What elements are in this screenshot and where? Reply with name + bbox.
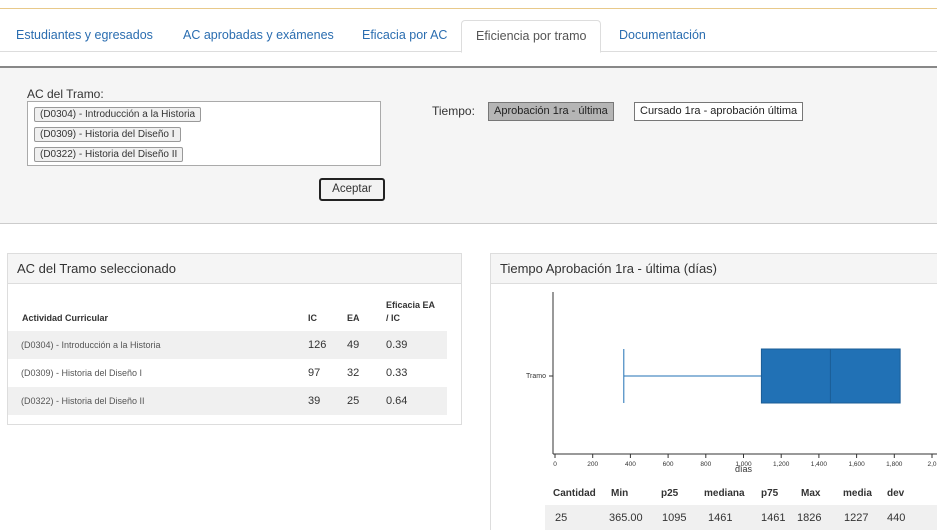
tab-eficiencia[interactable]: Eficiencia por tramo — [461, 20, 602, 53]
col-header-ac: Actividad Curricular — [22, 313, 109, 323]
ac-chip[interactable]: (D0322) - Historia del Diseño II — [34, 147, 184, 162]
tab-bar: Estudiantes y egresados AC aprobadas y e… — [0, 20, 937, 53]
cell-ac: (D0304) - Introducción a la Historia — [21, 340, 161, 350]
x-tick-label: 1,400 — [811, 461, 828, 468]
stat-value: 1461 — [761, 512, 786, 524]
table-row[interactable]: (D0309) - Historia del Diseño I 97 32 0.… — [8, 359, 447, 387]
stat-header: dev — [887, 488, 905, 499]
stat-value: 365.00 — [609, 512, 643, 524]
col-header-eficacia: Eficacia EA — [386, 300, 436, 310]
x-tick-label: 400 — [625, 461, 636, 468]
x-tick-label: 1,800 — [886, 461, 903, 468]
stat-header: p25 — [661, 488, 679, 499]
cell-ea: 32 — [347, 367, 360, 379]
col-header-ic: IC — [308, 313, 317, 323]
tab-documentacion[interactable]: Documentación — [605, 20, 720, 52]
cell-ic: 39 — [308, 395, 321, 407]
top-accent-line — [0, 0, 937, 9]
tiempo-option-aprobacion[interactable]: Aprobación 1ra - última — [488, 102, 614, 121]
stat-value: 25 — [555, 512, 568, 524]
stat-header: Cantidad — [553, 488, 596, 499]
cell-ea: 49 — [347, 339, 360, 351]
ac-chip[interactable]: (D0309) - Historia del Diseño I — [34, 127, 181, 142]
x-axis-label: días — [735, 464, 753, 474]
stat-header: mediana — [704, 488, 745, 499]
boxplot-chart: Tramo 0 200 400 600 800 1,000 1,200 1,400 1,600 1… — [526, 292, 937, 474]
tab-estudiantes[interactable]: Estudiantes y egresados — [2, 20, 167, 52]
x-tick-label: 800 — [700, 461, 711, 468]
x-tick-label: 2,0 — [927, 461, 936, 468]
stats-row — [545, 505, 937, 530]
x-tick-label: 1,600 — [848, 461, 865, 468]
panel-title: AC del Tramo seleccionado — [8, 254, 461, 284]
x-tick-label: 1,200 — [773, 461, 790, 468]
stat-value: 1227 — [844, 512, 869, 524]
cell-ic: 126 — [308, 339, 327, 351]
x-tick-label: 600 — [663, 461, 674, 468]
cell-ea: 25 — [347, 395, 360, 407]
ac-chip[interactable]: (D0304) - Introducción a la Historia — [34, 107, 202, 122]
cell-ac: (D0322) - Historia del Diseño II — [21, 396, 145, 406]
stat-header: Min — [611, 488, 629, 499]
stat-header: p75 — [761, 488, 779, 499]
tab-ac-aprobadas[interactable]: AC aprobadas y exámenes — [169, 20, 348, 52]
x-tick-label: 200 — [587, 461, 598, 468]
category-label: Tramo — [526, 373, 546, 380]
x-tick-label: 0 — [553, 461, 557, 468]
tab-eficacia[interactable]: Eficacia por AC — [348, 20, 461, 52]
ac-tramo-select[interactable]: (D0304) - Introducción a la Historia (D0… — [27, 101, 381, 166]
cell-ac: (D0309) - Historia del Diseño I — [21, 368, 143, 378]
ac-tramo-label: AC del Tramo: — [27, 87, 104, 101]
tiempo-label: Tiempo: — [432, 104, 475, 118]
stat-value: 1826 — [797, 512, 822, 524]
table-row[interactable]: (D0322) - Historia del Diseño II 39 25 0… — [8, 387, 447, 415]
stat-value: 1095 — [662, 512, 687, 524]
col-header-eficacia-ic: / IC — [386, 313, 401, 323]
stat-value: 440 — [887, 512, 906, 524]
stat-header: media — [843, 488, 872, 499]
table-row[interactable]: (D0304) - Introducción a la Historia 126… — [8, 331, 447, 359]
panel-title: Tiempo Aprobación 1ra - última (días) — [491, 254, 937, 284]
stat-value: 1461 — [708, 512, 733, 524]
tiempo-option-cursado[interactable]: Cursado 1ra - aprobación última — [634, 102, 804, 121]
cell-ic: 97 — [308, 367, 321, 379]
col-header-ea: EA — [347, 313, 360, 323]
cell-eficacia: 0.64 — [386, 395, 408, 407]
cell-eficacia: 0.39 — [386, 339, 408, 351]
stat-header: Max — [801, 488, 821, 499]
cell-eficacia: 0.33 — [386, 367, 408, 379]
aceptar-button[interactable]: Aceptar — [319, 178, 385, 201]
